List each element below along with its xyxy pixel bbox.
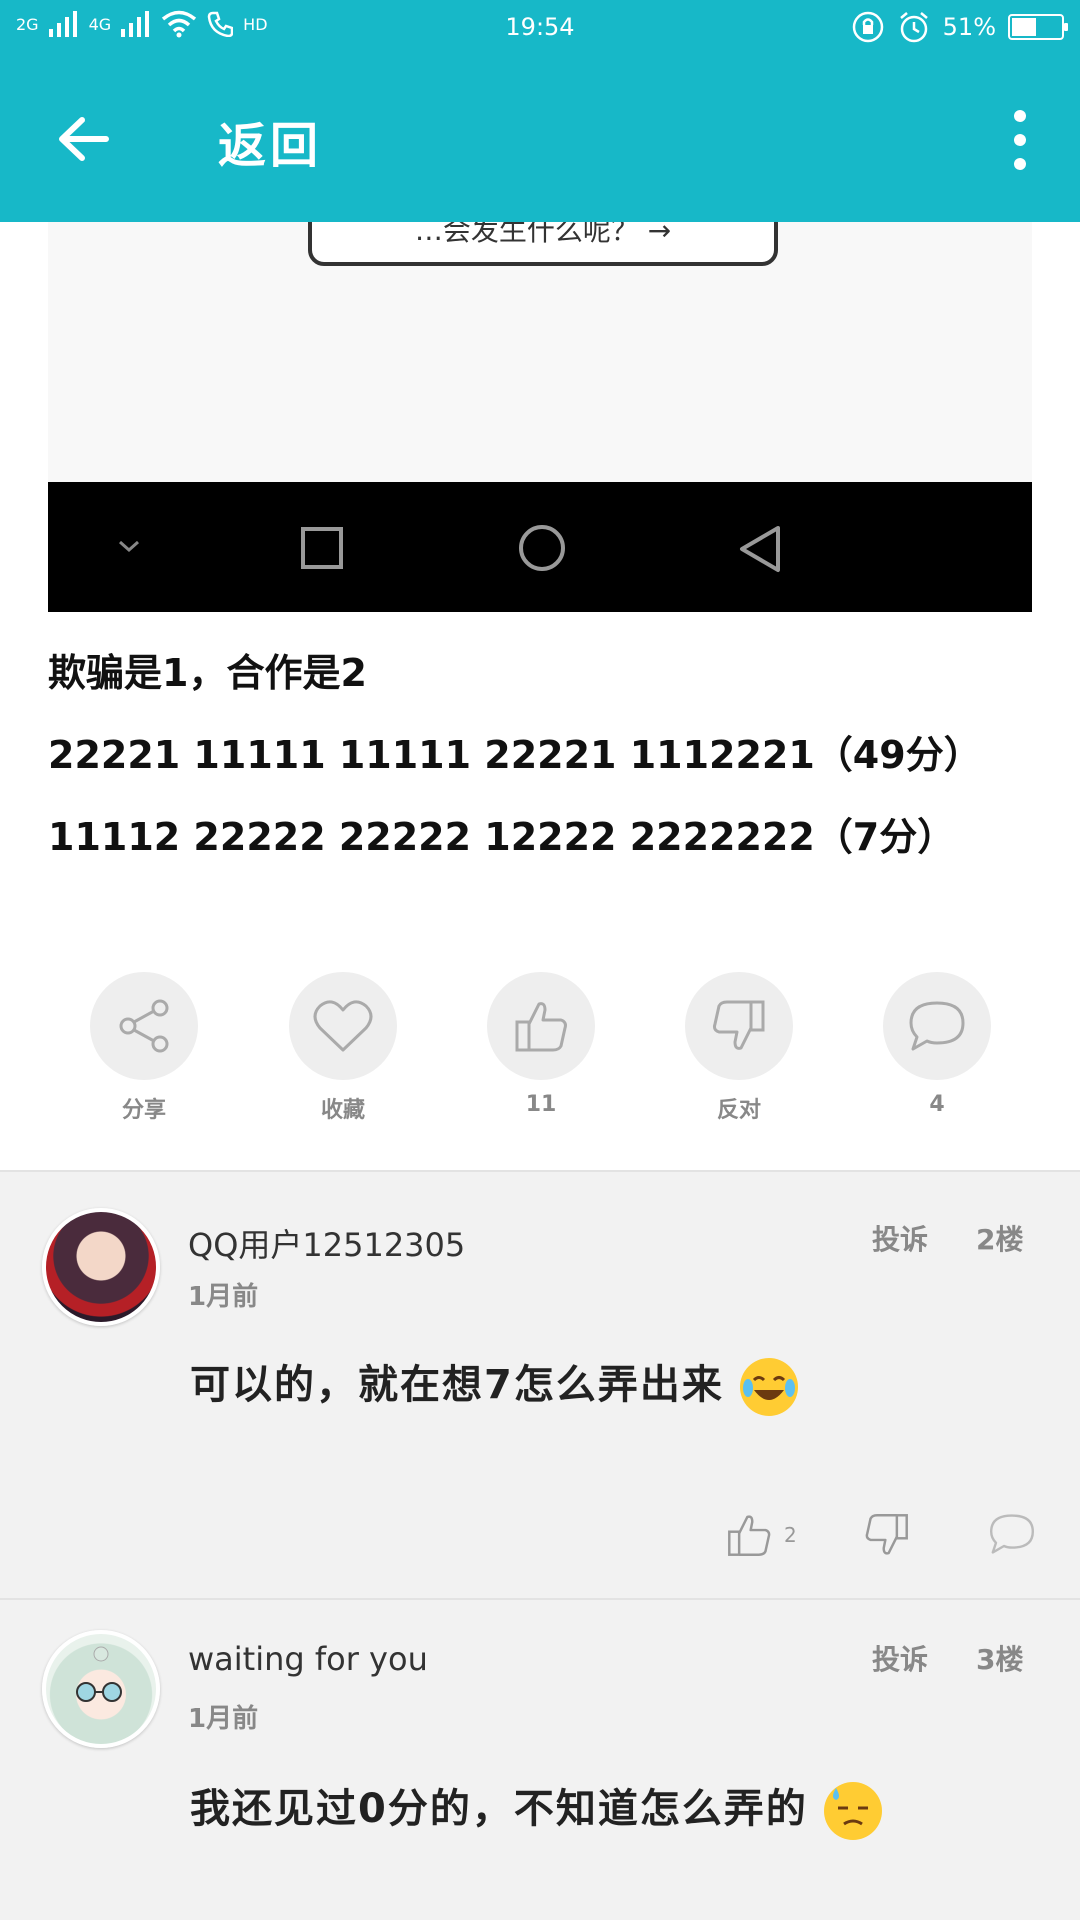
comment-time: 1月前 (188, 1282, 259, 1312)
comment-text-content: 可以的，就在想7怎么弄出来 (190, 1362, 724, 1408)
comment-count: 4 (929, 1092, 945, 1117)
more-vert-dot (1014, 158, 1026, 170)
avatar-face-icon (76, 1646, 122, 1702)
oppose-button[interactable]: 反对 (684, 972, 794, 1124)
thumbs-up-icon (515, 1002, 567, 1052)
comment-text: 可以的，就在想7怎么弄出来 (190, 1352, 798, 1416)
heart-icon (313, 1000, 373, 1052)
comment-list: QQ用户12512305 1月前 投诉 2楼 可以的，就在想7怎么弄出来 2 w… (0, 1170, 1080, 1920)
status-right: 51% (851, 10, 1068, 44)
square-icon (301, 527, 343, 569)
favorite-circle (289, 972, 397, 1080)
back-button[interactable] (50, 104, 120, 174)
like-button[interactable]: 11 (486, 972, 596, 1117)
triangle-back-icon (740, 526, 780, 572)
post-image[interactable]: …会发生什么呢？ → (48, 222, 1032, 612)
floor-number: 2楼 (976, 1223, 1024, 1256)
laughing-tears-emoji (739, 1358, 798, 1416)
oppose-circle (685, 972, 793, 1080)
comment-icon (909, 1001, 965, 1051)
post-text-line: 22221 11111 11111 22221 1112221（49分） (48, 733, 982, 777)
oppose-label: 反对 (716, 1098, 761, 1123)
comment-icon (990, 1514, 1034, 1554)
comment-username[interactable]: waiting for you (188, 1640, 428, 1678)
share-label: 分享 (121, 1098, 166, 1123)
comment-reply-button[interactable] (988, 1512, 1036, 1556)
thumbs-down-icon (865, 1514, 908, 1555)
share-icon (119, 999, 169, 1053)
report-button[interactable]: 投诉 (872, 1638, 928, 1678)
thumbs-up-icon (728, 1515, 771, 1556)
share-button[interactable]: 分享 (89, 972, 199, 1124)
comment-text-content: 我还见过0分的，不知道怎么弄的 (190, 1786, 808, 1832)
favorite-button[interactable]: 收藏 (288, 972, 398, 1124)
comment-username[interactable]: QQ用户12512305 (188, 1220, 465, 1266)
comment-button[interactable]: 4 (882, 972, 992, 1117)
comment-item: waiting for you 1月前 投诉 3楼 我还见过0分的，不知道怎么弄… (0, 1598, 1080, 1920)
comment-item: QQ用户12512305 1月前 投诉 2楼 可以的，就在想7怎么弄出来 2 (0, 1170, 1080, 1600)
rotation-lock-icon (852, 11, 883, 43)
avatar[interactable] (42, 1208, 160, 1326)
comment-like-button[interactable]: 2 (726, 1512, 797, 1558)
image-android-navbar (48, 482, 1032, 612)
app-bar: 返回 (0, 54, 1080, 222)
floor-number: 3楼 (976, 1643, 1024, 1676)
thumbs-down-icon (713, 1000, 765, 1050)
page-title[interactable]: 返回 (218, 106, 322, 176)
report-button[interactable]: 投诉 (872, 1218, 928, 1258)
status-bar: 2G 4G HD 19:54 51% (0, 0, 1080, 54)
more-vert-dot (1014, 134, 1026, 146)
battery-percent: 51% (942, 13, 996, 41)
favorite-label: 收藏 (320, 1098, 365, 1123)
chevron-down-icon (119, 540, 139, 553)
comment-circle (883, 972, 991, 1080)
like-circle (487, 972, 595, 1080)
image-speech-bubble: …会发生什么呢？ → (308, 222, 778, 266)
battery-icon (1008, 14, 1068, 40)
comment-text: 我还见过0分的，不知道怎么弄的 (190, 1776, 882, 1840)
comment-like-count: 2 (784, 1523, 797, 1547)
post-text-line: 欺骗是1，合作是2 (48, 651, 367, 695)
share-circle (90, 972, 198, 1080)
back-arrow-icon (59, 117, 109, 161)
comment-dislike-button[interactable] (864, 1512, 910, 1558)
comment-time: 1月前 (188, 1704, 259, 1734)
avatar[interactable] (42, 1630, 160, 1748)
post-text-line: 11112 22222 22222 12222 2222222（7分） (48, 815, 956, 859)
more-vert-icon (1014, 110, 1026, 122)
like-count: 11 (525, 1092, 557, 1117)
alarm-icon (899, 12, 928, 43)
circle-icon (519, 525, 565, 571)
downcast-sweat-emoji (823, 1782, 882, 1840)
battery-level-fill (1012, 18, 1037, 36)
more-options-button[interactable] (1000, 110, 1040, 170)
post-actions: 分享 收藏 11 反对 4 (0, 972, 1080, 1124)
